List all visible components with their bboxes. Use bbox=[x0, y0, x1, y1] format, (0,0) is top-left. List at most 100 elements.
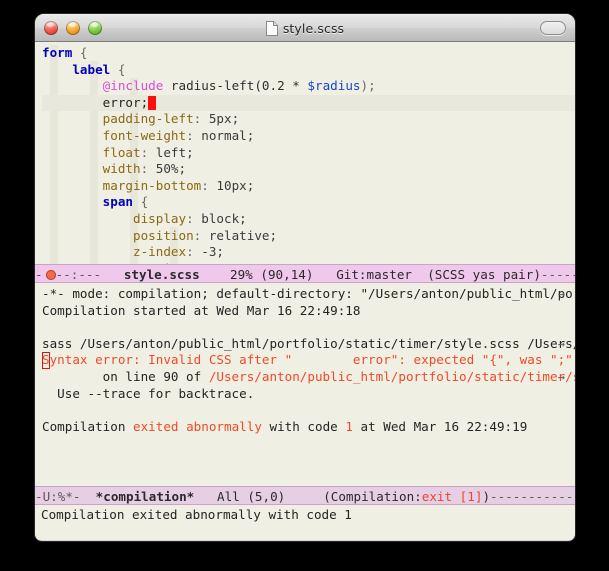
token-plain: Use --trace for backtrace. bbox=[42, 385, 255, 401]
token-prop: margin-bottom bbox=[102, 177, 202, 193]
line-continuation-icon: → bbox=[557, 369, 565, 384]
code-lines: form { label { @include radius-left(0.2 … bbox=[35, 42, 575, 264]
compilation-status-value: exit [1] bbox=[421, 489, 483, 504]
token-punct: { bbox=[133, 194, 149, 210]
compilation-buffer[interactable]: -*- mode: compilation; default-directory… bbox=[35, 283, 575, 486]
token-punct: : bbox=[186, 127, 202, 143]
token-plain: on line 90 of bbox=[42, 368, 209, 384]
echo-area: Compilation exited abnormally with code … bbox=[35, 505, 575, 527]
compilation-status-close: ) bbox=[482, 489, 491, 504]
compilation-modeline-buffer-name: *compilation* bbox=[95, 489, 195, 504]
token-prop: font-weight bbox=[102, 127, 187, 143]
buffer-line: float: left; bbox=[42, 145, 575, 162]
token-err: yntax error: Invalid CSS after " error":… bbox=[49, 352, 573, 368]
token-val: block; bbox=[201, 210, 247, 226]
compilation-modeline-position: (5,0) bbox=[247, 489, 286, 504]
application-window: style.scss form { label { @include radiu… bbox=[35, 14, 575, 541]
token-plain: sass /Users/anton/public_html/portfolio/… bbox=[42, 335, 575, 351]
compilation-modeline-percent: All bbox=[217, 489, 240, 504]
token-prop: z-index bbox=[133, 244, 187, 260]
buffer-line: position: relative; bbox=[42, 228, 575, 245]
buffer-line: on line 90 of /Users/anton/public_html/p… bbox=[42, 369, 575, 386]
buffer-line bbox=[42, 402, 575, 419]
window-controls bbox=[44, 21, 102, 35]
modeline-percent: 29% bbox=[230, 267, 253, 282]
token-sel: form bbox=[42, 45, 73, 60]
buffer-line: Compilation exited abnormally with code … bbox=[42, 419, 575, 436]
token-plain: -*- mode: compilation; default-directory… bbox=[42, 286, 575, 301]
buffer-line: sass /Users/anton/public_html/portfolio/… bbox=[42, 336, 575, 353]
token-punct: : bbox=[186, 210, 202, 226]
token-num: 1 bbox=[345, 418, 353, 434]
document-icon bbox=[265, 20, 278, 36]
compilation-modeline-prefix: -U:%*- bbox=[35, 489, 81, 504]
buffer-line: label { bbox=[42, 62, 575, 79]
token-punct: : bbox=[186, 244, 202, 260]
compilation-modeline[interactable]: -U:%*- *compilation* All (5,0) (Compilat… bbox=[35, 486, 575, 505]
token-punct: : bbox=[193, 111, 209, 127]
buffer-line: Compilation started at Wed Mar 16 22:49:… bbox=[42, 303, 575, 320]
zoom-icon[interactable] bbox=[88, 21, 102, 35]
token-val: 10px; bbox=[216, 177, 255, 193]
line-continuation-icon: → bbox=[557, 287, 565, 301]
buffer-line bbox=[42, 319, 575, 336]
text-cursor-box: S bbox=[42, 352, 50, 368]
token-val: 5px; bbox=[208, 111, 240, 127]
token-err: exited abnormally bbox=[133, 418, 262, 434]
close-icon[interactable] bbox=[44, 21, 58, 35]
token-val: 50%; bbox=[155, 161, 187, 177]
buffer-line: form { bbox=[42, 45, 575, 62]
token-sel: span bbox=[102, 194, 134, 210]
buffer-line: span { bbox=[42, 194, 575, 211]
buffer-line: error; bbox=[42, 94, 575, 112]
token-val: left; bbox=[155, 144, 194, 160]
window-title: style.scss bbox=[282, 20, 345, 36]
compilation-modeline-filler: -------------- bbox=[490, 489, 575, 504]
toolbar-toggle-button[interactable] bbox=[540, 21, 566, 35]
buffer-line: width: 50%; bbox=[42, 161, 575, 178]
buffer-line: font-weight: normal; bbox=[42, 128, 575, 145]
buffer-line: z-index: -3; bbox=[42, 244, 575, 261]
buffer-line: Syntax error: Invalid CSS after " error"… bbox=[42, 352, 575, 369]
token-plain: Compilation bbox=[42, 418, 133, 434]
minimize-icon[interactable] bbox=[66, 21, 80, 35]
modeline-vc-status: Git:master bbox=[336, 267, 413, 282]
window-titlebar[interactable]: style.scss bbox=[35, 14, 575, 42]
code-buffer[interactable]: form { label { @include radius-left(0.2 … bbox=[35, 42, 575, 264]
token-mixin: @include bbox=[102, 78, 164, 94]
editor-modeline[interactable]: - --:--- style.scss 29% (90,14) Git:maste… bbox=[35, 264, 575, 283]
modeline-prefix: - bbox=[35, 267, 43, 282]
buffer-line: @include radius-left(0.2 * $radius); bbox=[42, 78, 575, 95]
token-plain: with code bbox=[261, 418, 346, 434]
token-var: $radius bbox=[307, 78, 361, 94]
text-cursor bbox=[148, 95, 156, 110]
modeline-indicator: --:--- bbox=[55, 267, 102, 282]
compilation-lines: -*- mode: compilation; default-directory… bbox=[35, 283, 575, 435]
emacs-frame: form { label { @include radius-left(0.2 … bbox=[35, 42, 575, 540]
token-punct: : bbox=[140, 144, 156, 160]
token-punct: ); bbox=[360, 78, 376, 94]
token-sel: label bbox=[72, 61, 111, 77]
token-prop: padding-left bbox=[102, 111, 194, 127]
token-plain: error; bbox=[102, 94, 149, 110]
buffer-line: -*- mode: compilation; default-directory… bbox=[42, 286, 575, 303]
token-punct: : bbox=[209, 261, 224, 264]
token-prop: width bbox=[102, 161, 141, 177]
buffer-line: Use --trace for backtrace. bbox=[42, 386, 575, 403]
compilation-status-open: (Compilation: bbox=[323, 489, 422, 504]
token-plain: Compilation started at Wed Mar 16 22:49:… bbox=[42, 302, 361, 318]
token-fn: radius-left(0.2 * bbox=[163, 78, 308, 94]
token-val: relative; bbox=[208, 227, 278, 243]
line-continuation-icon: → bbox=[557, 336, 565, 351]
token-punct: : bbox=[193, 227, 209, 243]
